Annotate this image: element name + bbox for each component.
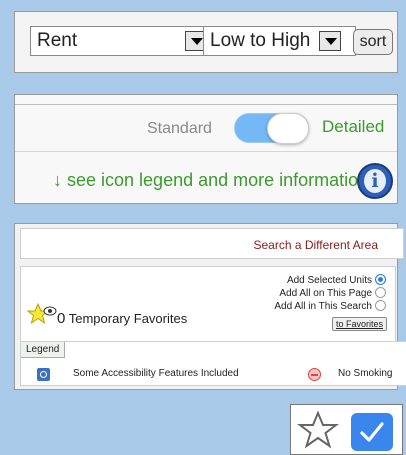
add-all-in-search-option[interactable]: Add All in This Search [274,300,386,312]
view-toggle-panel: Standard Detailed ↓ see icon legend and … [14,94,398,204]
radio-unselected[interactable] [375,287,386,298]
legend-item-label: Some Accessibility Features Included [73,368,239,379]
legend-box: Legend Some Accessibility Features Inclu… [20,341,406,386]
sort-order-select[interactable]: Low to High [203,26,356,56]
favorites-count: 0 [57,310,66,327]
divider [15,151,397,152]
standard-view-label[interactable]: Standard [147,120,212,138]
option-label: Add Selected Units [286,275,372,286]
favorites-label: Temporary Favorites [68,311,188,326]
legend-item-label: No Smoking [338,368,393,379]
detailed-view-label[interactable]: Detailed [322,117,384,137]
info-icon[interactable]: i [357,163,393,199]
icon-legend-link[interactable]: ↓ see icon legend and more information [53,170,368,191]
toggle-knob[interactable] [267,113,309,144]
chevron-down-icon[interactable] [319,31,341,51]
add-all-on-page-option[interactable]: Add All on This Page [279,287,386,299]
to-favorites-button[interactable]: to Favorites [331,317,387,331]
sort-panel: Rent Low to High sort [14,11,398,73]
search-bar: Search a Different Area [20,228,404,259]
divider [15,104,397,105]
accessibility-icon [37,368,50,381]
sort-field-value: Rent [37,30,78,51]
sort-button[interactable]: sort [353,29,393,55]
search-different-area-link[interactable]: Search a Different Area [253,238,378,252]
sort-order-value: Low to High [210,30,311,51]
sort-field-select[interactable]: Rent [30,26,212,56]
legend-tab[interactable]: Legend [21,342,66,358]
radio-selected[interactable] [375,274,386,285]
search-favorites-panel: Search a Different Area 0 Temporary Favo… [14,223,406,390]
checkbox-checked-icon[interactable] [351,413,393,451]
star-outline-icon[interactable] [297,410,339,450]
icons-panel [290,404,403,455]
favorites-count-label: 0 Temporary Favorites [57,310,187,327]
no-smoking-icon [308,368,321,381]
option-label: Add All on This Page [279,288,372,299]
option-label: Add All in This Search [274,301,372,312]
radio-unselected[interactable] [375,300,386,311]
add-selected-units-option[interactable]: Add Selected Units [287,274,386,286]
view-mode-toggle[interactable] [234,113,309,144]
